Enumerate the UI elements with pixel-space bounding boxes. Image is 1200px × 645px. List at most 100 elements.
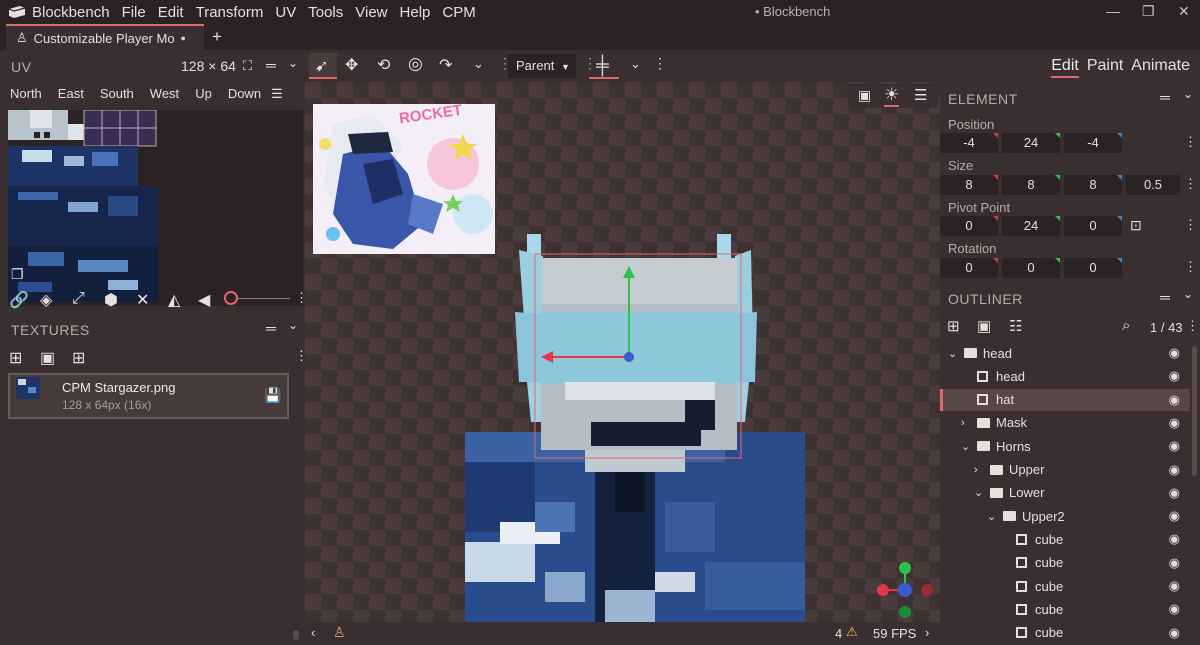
textures-collapse-icon[interactable]: ⌄ bbox=[288, 318, 298, 332]
pivot-dropdown-icon[interactable]: ⌄ bbox=[630, 56, 641, 72]
outliner-group[interactable]: ⌄ Lower ◉ bbox=[940, 482, 1190, 504]
expand-right-icon[interactable]: › bbox=[961, 417, 977, 429]
pivot-z[interactable]: 0 bbox=[1064, 216, 1122, 236]
mode-animate[interactable]: Animate bbox=[1131, 57, 1190, 78]
outliner-cube[interactable]: cube ◉ bbox=[940, 528, 1190, 550]
collapse-icon[interactable]: ⌄ bbox=[288, 56, 298, 70]
create-texture-icon[interactable]: ⊞ bbox=[72, 348, 85, 368]
maximize-icon[interactable]: ❐ bbox=[1142, 3, 1155, 20]
rotation-y[interactable]: 0 bbox=[1002, 258, 1060, 278]
close-icon[interactable]: ✕ bbox=[1178, 3, 1190, 20]
uv-editor-canvas[interactable] bbox=[8, 110, 303, 306]
menu-edit[interactable]: Edit bbox=[152, 4, 190, 21]
pivot-tool-icon[interactable]: ◎ bbox=[408, 54, 423, 74]
player-model[interactable] bbox=[305, 82, 940, 622]
new-tab-button[interactable]: + bbox=[212, 27, 222, 47]
active-tool[interactable]: ➹ bbox=[309, 53, 337, 79]
outliner-group[interactable]: ⌄ Horns ◉ bbox=[940, 435, 1190, 457]
menu-tools[interactable]: Tools bbox=[302, 4, 349, 21]
outliner-group[interactable]: ⌄ Upper2 ◉ bbox=[940, 505, 1190, 527]
save-texture-icon[interactable]: 💾 bbox=[264, 387, 281, 404]
search-icon[interactable]: ⌕ bbox=[1122, 317, 1130, 334]
outliner-cube[interactable]: cube ◉ bbox=[940, 552, 1190, 574]
rotate-uv-icon[interactable]: ◀ bbox=[198, 290, 210, 310]
outliner-cube[interactable]: cube ◉ bbox=[940, 598, 1190, 620]
face-west[interactable]: West bbox=[140, 86, 185, 106]
clear-uv-icon[interactable]: ✕ bbox=[136, 290, 149, 310]
menu-cpm[interactable]: CPM bbox=[436, 4, 481, 21]
menu-help[interactable]: Help bbox=[394, 4, 437, 21]
menu-file[interactable]: File bbox=[116, 4, 152, 21]
outliner-cube[interactable]: cube ◉ bbox=[940, 575, 1190, 597]
face-options-icon[interactable]: ☰ bbox=[267, 86, 289, 106]
expand-right-icon[interactable]: › bbox=[974, 464, 990, 476]
rotation-x[interactable]: 0 bbox=[940, 258, 998, 278]
vertex-snap-icon[interactable]: ↷ bbox=[439, 55, 452, 75]
status-left-arrow-icon[interactable]: ‹ bbox=[311, 625, 315, 640]
mode-paint[interactable]: Paint bbox=[1087, 57, 1123, 78]
visibility-eye-icon[interactable]: ◉ bbox=[1169, 368, 1180, 384]
element-collapse-icon[interactable]: ⌄ bbox=[1183, 87, 1193, 101]
pivot-x[interactable]: 0 bbox=[940, 216, 998, 236]
size-inflate[interactable]: 0.5 bbox=[1126, 175, 1180, 195]
move-tool-icon[interactable]: ✥ bbox=[345, 55, 358, 75]
fullscreen-icon[interactable]: ⛶ bbox=[243, 58, 252, 74]
uv-slider-track[interactable] bbox=[238, 298, 290, 299]
visibility-eye-icon[interactable]: ◉ bbox=[1169, 578, 1180, 594]
visibility-eye-icon[interactable]: ◉ bbox=[1169, 625, 1180, 641]
position-z[interactable]: -4 bbox=[1064, 133, 1122, 153]
warning-count[interactable]: 4 bbox=[835, 626, 842, 641]
transform-space-select[interactable]: Parent ▼ bbox=[508, 54, 576, 78]
visibility-eye-icon[interactable]: ◉ bbox=[1169, 438, 1180, 454]
add-cube-icon[interactable]: ⊞ bbox=[947, 317, 960, 335]
outliner-scrollbar[interactable] bbox=[1192, 346, 1197, 476]
uv-slider-handle[interactable] bbox=[224, 291, 238, 305]
position-y[interactable]: 24 bbox=[1002, 133, 1060, 153]
outliner-cube[interactable]: cube ◉ bbox=[940, 622, 1190, 644]
expand-down-icon[interactable]: ⌄ bbox=[948, 347, 964, 360]
pivot-y[interactable]: 24 bbox=[1002, 216, 1060, 236]
minimize-icon[interactable]: — bbox=[1106, 3, 1120, 19]
warning-icon[interactable]: ⚠ bbox=[846, 624, 858, 640]
visibility-eye-icon[interactable]: ◉ bbox=[1169, 601, 1180, 617]
visibility-eye-icon[interactable]: ◉ bbox=[1169, 555, 1180, 571]
pivot-more-icon[interactable]: ⋮ bbox=[1184, 217, 1197, 233]
paint-bucket-icon[interactable]: ◈ bbox=[40, 290, 52, 310]
expand-down-icon[interactable]: ⌄ bbox=[961, 440, 977, 453]
orientation-gizmo[interactable] bbox=[871, 556, 940, 622]
visibility-eye-icon[interactable]: ◉ bbox=[1169, 485, 1180, 501]
face-down[interactable]: Down bbox=[218, 86, 267, 106]
menu-view[interactable]: View bbox=[349, 4, 393, 21]
texture-item[interactable]: CPM Stargazer.png 128 x 64px (16x) 💾 bbox=[8, 373, 289, 419]
uv-size[interactable]: 128 × 64 bbox=[181, 58, 236, 74]
add-texture-icon[interactable]: ⊞ bbox=[9, 348, 22, 368]
outliner-group[interactable]: ⌄ head ◉ bbox=[940, 342, 1190, 364]
visibility-eye-icon[interactable]: ◉ bbox=[1169, 531, 1180, 547]
mode-edit[interactable]: Edit bbox=[1051, 57, 1079, 78]
expand-down-icon[interactable]: ⌄ bbox=[987, 510, 1003, 523]
visibility-eye-icon[interactable]: ◉ bbox=[1169, 345, 1180, 361]
outliner-menu-icon[interactable]: ═ bbox=[1160, 289, 1170, 305]
expand-down-icon[interactable]: ⌄ bbox=[974, 486, 990, 499]
element-menu-icon[interactable]: ═ bbox=[1160, 89, 1170, 105]
center-pivot-icon[interactable]: ⊡ bbox=[1130, 217, 1142, 234]
visibility-eye-icon[interactable]: ◉ bbox=[1169, 462, 1180, 478]
visibility-eye-icon[interactable]: ◉ bbox=[1169, 415, 1180, 431]
panel-menu-icon[interactable]: ═ bbox=[266, 57, 276, 73]
mirror-icon[interactable]: ◭ bbox=[168, 290, 180, 310]
outliner-cube[interactable]: hat ◉ bbox=[940, 388, 1190, 411]
outliner-group[interactable]: › Upper ◉ bbox=[940, 459, 1190, 481]
copy-icon[interactable]: ❐ bbox=[11, 266, 24, 283]
outliner-cube[interactable]: head ◉ bbox=[940, 365, 1190, 387]
textures-menu-icon[interactable]: ═ bbox=[266, 320, 276, 336]
face-south[interactable]: South bbox=[90, 86, 140, 106]
project-tab[interactable]: ♙ Customizable Player Mo ● bbox=[6, 24, 204, 50]
link-icon[interactable]: 🔗 bbox=[9, 290, 29, 310]
rotate-tool-icon[interactable]: ⟲ bbox=[377, 55, 390, 75]
import-texture-icon[interactable]: ▣ bbox=[40, 348, 55, 368]
face-east[interactable]: East bbox=[48, 86, 90, 106]
outliner-more-icon[interactable]: ⋮ bbox=[1186, 318, 1199, 334]
size-z[interactable]: 8 bbox=[1064, 175, 1122, 195]
tools-dropdown-icon[interactable]: ⌄ bbox=[473, 56, 484, 72]
position-x[interactable]: -4 bbox=[940, 133, 998, 153]
